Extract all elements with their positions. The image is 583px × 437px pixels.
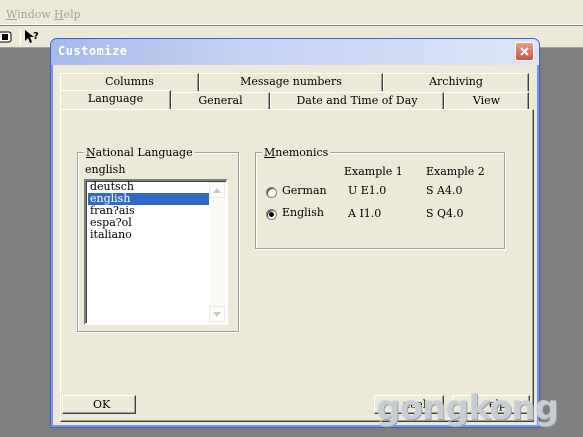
tab-view[interactable]: View	[444, 92, 529, 110]
help-pointer-icon[interactable]: ?	[23, 28, 41, 46]
close-button[interactable]	[515, 42, 534, 61]
tab-panel-language: National Language english deutsch englis…	[60, 109, 534, 422]
toolbar-separator	[20, 29, 21, 45]
ok-button[interactable]: OK	[62, 395, 136, 414]
language-item-italiano[interactable]: italiano	[88, 229, 210, 241]
scroll-down-button[interactable]	[209, 306, 225, 322]
scroll-up-button[interactable]	[209, 182, 225, 198]
gongkong-watermark: gongkong	[376, 388, 559, 428]
dialog-client: Columns Message numbers Archiving Langua…	[54, 65, 536, 424]
dialog-title: Customize	[58, 44, 128, 58]
chevron-up-icon	[213, 187, 221, 193]
language-current-field: english	[84, 163, 226, 177]
tab-archiving[interactable]: Archiving	[383, 73, 529, 91]
english-example2: S Q4.0	[426, 207, 464, 220]
chevron-down-icon	[213, 311, 221, 317]
menu-window[interactable]: Window	[6, 8, 51, 21]
german-example2: S A4.0	[426, 184, 463, 197]
national-language-legend: National Language	[84, 146, 195, 159]
menu-help[interactable]: Help	[54, 8, 81, 21]
cpu-module-icon[interactable]	[0, 28, 14, 46]
language-scrollbar[interactable]	[209, 182, 225, 322]
close-icon	[520, 47, 529, 56]
german-example1: U E1.0	[348, 184, 387, 197]
language-listbox[interactable]: deutsch english fran?ais espa?ol italian…	[84, 179, 228, 325]
tab-general[interactable]: General	[171, 92, 270, 110]
customize-dialog: Customize Columns Message numbers Archiv…	[50, 38, 540, 428]
mnemonics-legend: Mnemonics	[262, 146, 331, 159]
app-menubar: Window Help	[0, 0, 583, 25]
english-example1: A I1.0	[348, 207, 382, 220]
example1-header: Example 1	[344, 165, 403, 178]
radio-english-label[interactable]: English	[282, 206, 324, 219]
radio-english[interactable]	[266, 209, 277, 220]
svg-text:?: ?	[33, 31, 39, 42]
tab-language[interactable]: Language	[60, 90, 171, 109]
mnemonics-group: Mnemonics Example 1 Example 2 German U E…	[255, 146, 505, 249]
radio-checked-dot	[269, 212, 274, 217]
example2-header: Example 2	[426, 165, 485, 178]
radio-german[interactable]	[266, 187, 277, 198]
title-bar[interactable]: Customize	[51, 39, 539, 65]
national-language-group: National Language english deutsch englis…	[77, 146, 239, 332]
tab-columns[interactable]: Columns	[60, 73, 199, 91]
tab-date-time[interactable]: Date and Time of Day	[270, 92, 444, 110]
tab-message-numbers[interactable]: Message numbers	[199, 73, 383, 91]
radio-german-label[interactable]: German	[282, 184, 327, 197]
